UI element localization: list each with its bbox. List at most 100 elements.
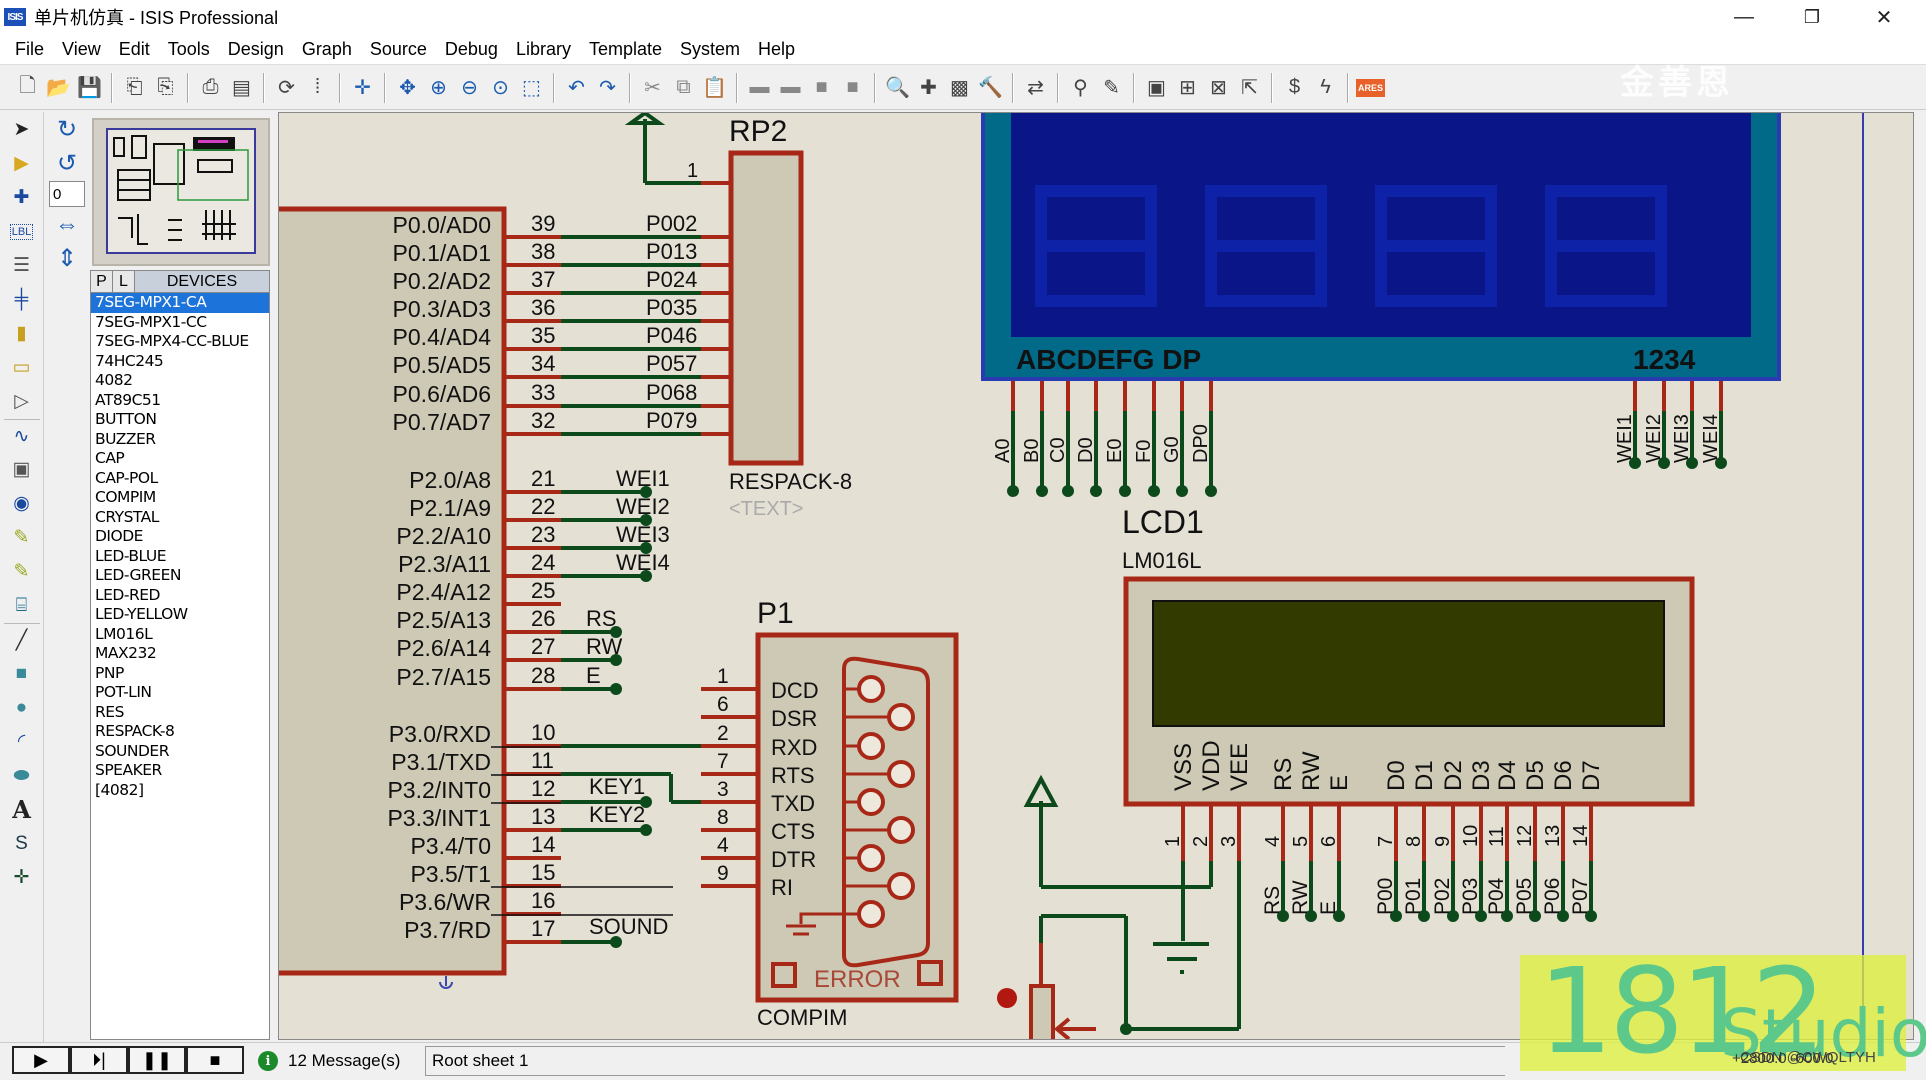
device-list-item[interactable]: 74HC245 xyxy=(91,352,269,372)
device-list-item[interactable]: SOUNDER xyxy=(91,742,269,762)
menu-tools[interactable]: Tools xyxy=(159,39,219,60)
device-list-item[interactable]: RES xyxy=(91,703,269,723)
menu-library[interactable]: Library xyxy=(507,39,580,60)
print-button[interactable]: ⎙ xyxy=(197,73,225,103)
buses-tool[interactable]: ╪ xyxy=(4,283,40,316)
device-list[interactable]: 7SEG-MPX1-CA 7SEG-MPX1-CC 7SEG-MPX4-CC-BLU… xyxy=(91,293,269,800)
property-assignment-button[interactable]: ✎ xyxy=(1098,73,1126,103)
export-section-button[interactable]: ⎘ xyxy=(152,73,180,103)
device-list-item[interactable]: SPEAKER xyxy=(91,761,269,781)
selection-mode-tool[interactable]: ➤ xyxy=(4,113,40,146)
zoom-in-button[interactable]: ⊕ xyxy=(425,73,453,103)
rotate-clockwise-button[interactable]: ↻ xyxy=(49,113,85,146)
rotate-anticlockwise-button[interactable]: ↺ xyxy=(49,147,85,180)
design-explorer-button[interactable]: ▣ xyxy=(1143,73,1171,103)
redo-button[interactable]: ↷ xyxy=(594,73,622,103)
electrical-rules-check-button[interactable]: ϟ xyxy=(1312,73,1340,103)
device-list-item[interactable]: 7SEG-MPX4-CC-BLUE xyxy=(91,332,269,352)
circle-tool-tool[interactable]: ● xyxy=(4,691,40,724)
current-probe-tool[interactable]: ✎ xyxy=(4,555,40,588)
menu-design[interactable]: Design xyxy=(219,39,293,60)
text-script-tool[interactable]: ☰ xyxy=(4,249,40,282)
symbol-tool-tool[interactable]: S xyxy=(4,827,40,860)
rotation-angle-input[interactable]: 0 xyxy=(50,186,61,203)
menu-template[interactable]: Template xyxy=(580,39,671,60)
terminals-tool[interactable]: ▭ xyxy=(4,351,40,384)
make-device-button[interactable]: ✚ xyxy=(915,73,943,103)
sim-pause-button[interactable]: ❚❚ xyxy=(128,1046,186,1074)
device-list-item[interactable]: COMPIM xyxy=(91,488,269,508)
block-delete-button[interactable]: ■ xyxy=(839,73,867,103)
device-list-item[interactable]: MAX232 xyxy=(91,644,269,664)
device-list-item[interactable]: AT89C51 xyxy=(91,391,269,411)
sim-step-button[interactable]: ⏵| xyxy=(70,1046,128,1074)
menu-system[interactable]: System xyxy=(671,39,749,60)
minimize-button[interactable]: — xyxy=(1716,0,1772,34)
open-folder-button[interactable]: 📂 xyxy=(45,73,73,103)
device-pins-tool[interactable]: ▷ xyxy=(4,385,40,418)
menu-debug[interactable]: Debug xyxy=(436,39,507,60)
refresh-button[interactable]: ⟳ xyxy=(273,73,301,103)
bill-of-materials-button[interactable]: $ xyxy=(1281,73,1309,103)
paste-button[interactable]: 📋 xyxy=(701,73,729,103)
device-list-item[interactable]: LED-GREEN xyxy=(91,566,269,586)
pick-device-tab[interactable]: P xyxy=(91,271,113,292)
wire-label-tool[interactable]: LBL xyxy=(4,215,40,248)
device-list-item[interactable]: POT-LIN xyxy=(91,683,269,703)
new-sheet-button[interactable]: ⊞ xyxy=(1174,73,1202,103)
origin-button[interactable]: ✛ xyxy=(349,73,377,103)
arc-tool-tool[interactable]: ◜ xyxy=(4,725,40,758)
exit-to-parent-button[interactable]: ⇱ xyxy=(1236,73,1264,103)
decompose-button[interactable]: 🔨 xyxy=(977,73,1005,103)
junction-dot-tool[interactable]: ✚ xyxy=(4,181,40,214)
box-tool-tool[interactable]: ■ xyxy=(4,657,40,690)
wire-autorouter-button[interactable]: ⇄ xyxy=(1022,73,1050,103)
device-list-item[interactable]: PNP xyxy=(91,664,269,684)
device-list-item[interactable]: BUTTON xyxy=(91,410,269,430)
search-tag-button[interactable]: ⚲ xyxy=(1067,73,1095,103)
zoom-area-button[interactable]: ⬚ xyxy=(518,73,546,103)
graph-mode-tool[interactable]: ∿ xyxy=(3,419,40,452)
generator-tool[interactable]: ◉ xyxy=(4,487,40,520)
block-rotate-button[interactable]: ■ xyxy=(808,73,836,103)
line-tool-tool[interactable]: ╱ xyxy=(3,623,40,656)
device-list-item[interactable]: BUZZER xyxy=(91,430,269,450)
ares-netlist-button[interactable]: ARES xyxy=(1356,73,1386,103)
device-list-item[interactable]: 4082 xyxy=(91,371,269,391)
overview-window[interactable] xyxy=(92,118,270,266)
device-list-item[interactable]: 7SEG-MPX1-CC xyxy=(91,313,269,333)
path-tool-tool[interactable]: ⬬ xyxy=(4,759,40,792)
packaging-tool-button[interactable]: ▩ xyxy=(946,73,974,103)
copy-button[interactable]: ⧉ xyxy=(670,73,698,103)
device-list-item[interactable]: 7SEG-MPX1-CA xyxy=(91,293,269,313)
device-list-item[interactable]: CAP xyxy=(91,449,269,469)
device-list-item[interactable]: LED-BLUE xyxy=(91,547,269,567)
device-list-item[interactable]: RESPACK-8 xyxy=(91,722,269,742)
menu-file[interactable]: File xyxy=(6,39,53,60)
mirror-horizontal-button[interactable]: ⇔ xyxy=(49,208,85,241)
mirror-vertical-button[interactable]: ⇕ xyxy=(49,242,85,275)
zoom-all-button[interactable]: ⊙ xyxy=(487,73,515,103)
pick-device-button[interactable]: 🔍 xyxy=(884,73,912,103)
close-button[interactable]: ✕ xyxy=(1856,0,1912,34)
menu-edit[interactable]: Edit xyxy=(110,39,159,60)
component-mode-tool[interactable]: ▶ xyxy=(4,147,40,180)
menu-view[interactable]: View xyxy=(53,39,110,60)
virtual-instruments-tool[interactable]: ⌸ xyxy=(4,589,40,622)
grid-button[interactable]: ⁞ xyxy=(304,73,332,103)
device-list-item[interactable]: DIODE xyxy=(91,527,269,547)
sim-play-button[interactable]: ▶ xyxy=(12,1046,70,1074)
zoom-out-button[interactable]: ⊖ xyxy=(456,73,484,103)
marker-tool-tool[interactable]: ✛ xyxy=(4,861,40,894)
device-list-item[interactable]: [4082] xyxy=(91,781,269,801)
menu-help[interactable]: Help xyxy=(749,39,804,60)
schematic-drawing[interactable]: P0.0/AD0 39P0.1/AD1 38P0.2/AD2 37P0.3/AD3 36… xyxy=(279,113,1914,1040)
tape-recorder-tool[interactable]: ▣ xyxy=(4,453,40,486)
pan-button[interactable]: ✥ xyxy=(394,73,422,103)
restore-button[interactable]: ❐ xyxy=(1784,0,1840,34)
undo-button[interactable]: ↶ xyxy=(563,73,591,103)
overview-sheet[interactable] xyxy=(106,128,256,254)
device-list-item[interactable]: CAP-POL xyxy=(91,469,269,489)
print-area-button[interactable]: ▤ xyxy=(228,73,256,103)
remove-sheet-button[interactable]: ⊠ xyxy=(1205,73,1233,103)
